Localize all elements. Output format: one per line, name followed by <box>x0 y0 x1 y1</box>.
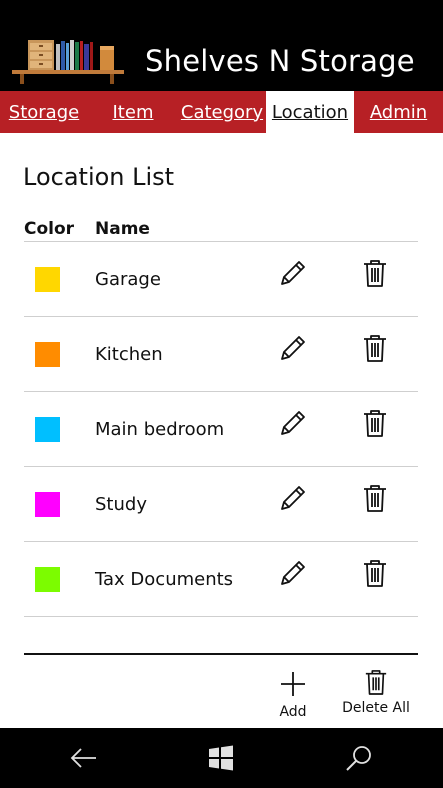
system-nav-bar <box>0 728 443 788</box>
add-button[interactable]: Add <box>272 668 314 720</box>
main-nav: Storage Item Category Location Admin <box>0 91 443 133</box>
delete-button[interactable] <box>362 333 388 363</box>
trash-icon <box>365 670 387 695</box>
back-arrow-icon <box>70 748 96 768</box>
app-header: Shelves N Storage <box>0 0 443 91</box>
location-name: Kitchen <box>95 344 163 365</box>
trash-icon <box>364 410 386 437</box>
edit-button[interactable] <box>278 558 308 588</box>
delete-button[interactable] <box>362 258 388 288</box>
edit-button[interactable] <box>278 408 308 438</box>
nav-tab-storage[interactable]: Storage <box>0 91 88 133</box>
location-name: Garage <box>95 269 161 290</box>
footer-divider <box>24 653 418 655</box>
delete-button[interactable] <box>362 558 388 588</box>
color-swatch <box>35 417 60 442</box>
location-row: Study <box>24 467 418 542</box>
windows-icon <box>209 745 233 771</box>
trash-icon <box>364 335 386 362</box>
edit-button[interactable] <box>278 258 308 288</box>
nav-tab-item[interactable]: Item <box>88 91 178 133</box>
location-row: Tax Documents <box>24 542 418 617</box>
column-header-name: Name <box>95 219 150 239</box>
pencil-icon <box>281 336 305 360</box>
nav-tab-category[interactable]: Category <box>178 91 266 133</box>
color-swatch <box>35 342 60 367</box>
bookshelf-logo-icon <box>12 32 124 84</box>
edit-button[interactable] <box>278 483 308 513</box>
app-root: Shelves N Storage Storage Item Category … <box>0 0 443 788</box>
nav-tab-admin[interactable]: Admin <box>354 91 443 133</box>
delete-button[interactable] <box>362 483 388 513</box>
location-name: Tax Documents <box>95 569 234 590</box>
color-swatch <box>35 492 60 517</box>
pencil-icon <box>281 411 305 435</box>
nav-tab-location[interactable]: Location <box>266 91 354 133</box>
delete-all-button[interactable]: Delete All <box>340 668 412 716</box>
trash-icon <box>364 260 386 287</box>
add-label: Add <box>279 704 307 720</box>
location-row: Garage <box>24 242 418 317</box>
delete-button[interactable] <box>362 408 388 438</box>
delete-all-label: Delete All <box>342 700 410 716</box>
column-header-color: Color <box>24 219 75 239</box>
search-icon <box>346 746 371 771</box>
edit-button[interactable] <box>278 333 308 363</box>
trash-icon <box>364 560 386 587</box>
app-title: Shelves N Storage <box>145 44 415 78</box>
location-name: Study <box>95 494 147 515</box>
pencil-icon <box>281 261 305 285</box>
color-swatch <box>35 267 60 292</box>
location-row: Kitchen <box>24 317 418 392</box>
page-title: Location List <box>23 163 175 191</box>
back-button[interactable] <box>68 742 100 774</box>
trash-icon <box>364 485 386 512</box>
search-button[interactable] <box>343 742 375 774</box>
start-button[interactable] <box>205 742 237 774</box>
location-row: Main bedroom <box>24 392 418 467</box>
color-swatch <box>35 567 60 592</box>
location-name: Main bedroom <box>95 419 225 440</box>
plus-icon <box>281 672 305 696</box>
pencil-icon <box>281 561 305 585</box>
pencil-icon <box>281 486 305 510</box>
